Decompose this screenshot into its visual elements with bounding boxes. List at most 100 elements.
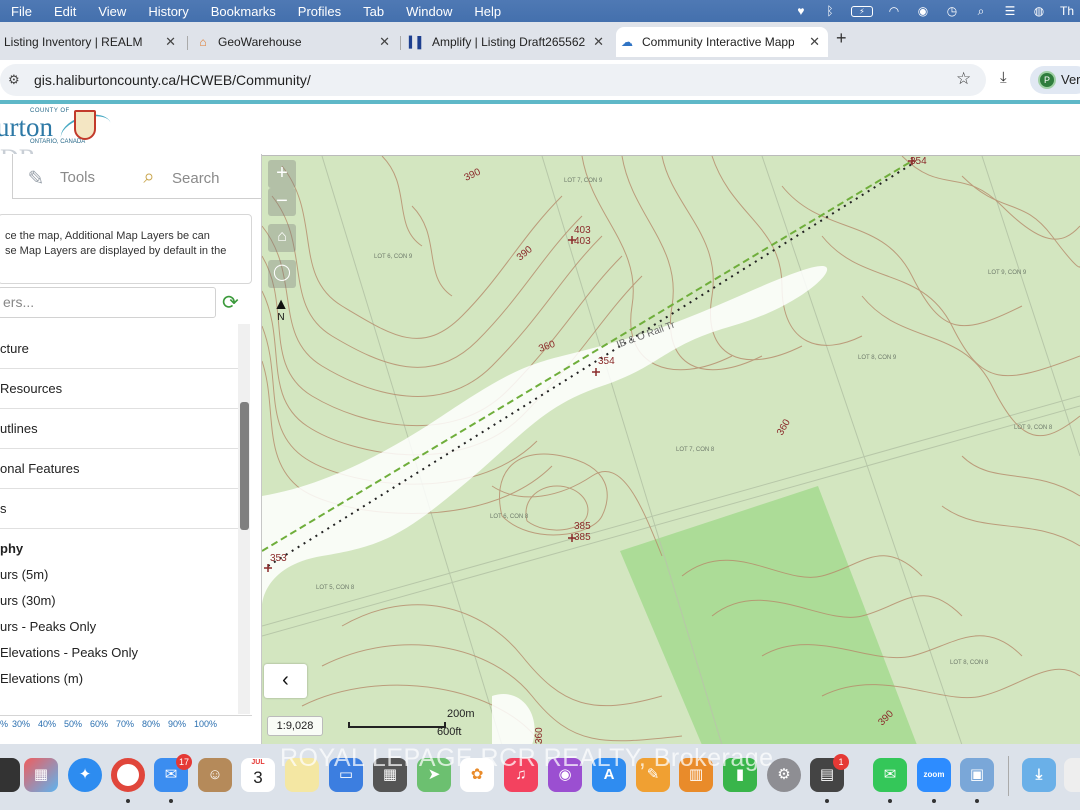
preview-icon[interactable]: ▣ bbox=[960, 758, 994, 792]
calendar-icon[interactable]: JUL 3 bbox=[241, 758, 275, 792]
topographic-map[interactable]: 354 390 403 403 390 360 354 360 385 385 … bbox=[262, 156, 1080, 744]
tab-geowarehouse[interactable]: ⌂ GeoWarehouse ✕ bbox=[192, 27, 398, 57]
amplify-icon: ▍▌ bbox=[408, 36, 426, 49]
tab-bar: Listing Inventory | REALM ✕ ⌂ GeoWarehou… bbox=[0, 22, 1080, 60]
lot-label: LOT 8, CON 8 bbox=[950, 660, 989, 666]
opacity-option[interactable]: 40% bbox=[38, 719, 56, 729]
tab-community-map[interactable]: ☁ Community Interactive Mappi ✕ bbox=[616, 27, 828, 57]
search-tab[interactable]: ⌕ Search bbox=[136, 166, 220, 190]
collapse-panel-button[interactable]: ‹ bbox=[264, 664, 307, 698]
opacity-option[interactable]: % bbox=[0, 719, 8, 729]
menu-profiles[interactable]: Profiles bbox=[287, 4, 352, 19]
bookmark-star-icon[interactable]: ☆ bbox=[956, 69, 971, 89]
refresh-icon[interactable]: ⟳ bbox=[222, 290, 239, 315]
address-bar[interactable]: ⚙ gis.haliburtoncounty.ca/HCWEB/Communit… bbox=[0, 64, 986, 96]
running-indicator bbox=[932, 799, 936, 803]
layer-item[interactable]: s bbox=[0, 489, 238, 529]
spotlight-search-icon[interactable]: ⌕ bbox=[973, 4, 989, 18]
messages-icon[interactable]: ✉ bbox=[873, 758, 907, 792]
zoom-in-button[interactable]: + bbox=[268, 160, 296, 188]
sublayer-item[interactable]: Elevations - Peaks Only bbox=[0, 645, 238, 671]
menu-file[interactable]: File bbox=[0, 4, 43, 19]
opacity-option[interactable]: 60% bbox=[90, 719, 108, 729]
sublayer-item[interactable]: urs (30m) bbox=[0, 593, 238, 619]
siri-icon[interactable]: ◍ bbox=[1031, 4, 1047, 18]
scale-bar bbox=[348, 722, 446, 728]
opacity-option[interactable]: 50% bbox=[64, 719, 82, 729]
menu-help[interactable]: Help bbox=[463, 4, 512, 19]
document-icon[interactable] bbox=[1064, 758, 1080, 792]
menu-window[interactable]: Window bbox=[395, 4, 463, 19]
close-tab-icon[interactable]: ✕ bbox=[165, 34, 176, 50]
search-label: Search bbox=[172, 169, 220, 187]
opacity-option[interactable]: 80% bbox=[142, 719, 160, 729]
menu-tab[interactable]: Tab bbox=[352, 4, 395, 19]
close-tab-icon[interactable]: ✕ bbox=[809, 34, 820, 50]
locate-button[interactable]: ◯ bbox=[268, 260, 296, 288]
creative-cloud-icon[interactable]: ♥ bbox=[793, 4, 809, 18]
new-tab-icon[interactable]: + bbox=[836, 28, 847, 49]
menu-bookmarks[interactable]: Bookmarks bbox=[200, 4, 287, 19]
menu-view[interactable]: View bbox=[87, 4, 137, 19]
layer-item[interactable]: cture bbox=[0, 329, 238, 369]
tab-realm[interactable]: Listing Inventory | REALM ✕ bbox=[0, 27, 184, 57]
lot-label: LOT 5, CON 8 bbox=[316, 585, 355, 591]
layers-description: ce the map, Additional Map Layers be can… bbox=[0, 214, 252, 284]
download-icon[interactable]: ⤓ bbox=[1000, 69, 1007, 86]
description-line: ce the map, Additional Map Layers be can bbox=[5, 230, 210, 242]
tab-separator bbox=[187, 36, 188, 50]
battery-icon[interactable]: ⚡ bbox=[850, 5, 873, 17]
lot-label: LOT 7, CON 9 bbox=[564, 178, 603, 184]
map-view[interactable]: 354 390 403 403 390 360 354 360 385 385 … bbox=[262, 155, 1080, 744]
profile-label: Ver bbox=[1061, 72, 1080, 87]
layer-scrollbar-thumb[interactable] bbox=[240, 402, 249, 530]
avatar: P bbox=[1038, 71, 1056, 89]
zoom-out-button[interactable]: − bbox=[268, 188, 296, 216]
county-logo[interactable]: COUNTY OF urton ONTARIO, CANADA DR bbox=[0, 104, 260, 173]
opacity-option[interactable]: 30% bbox=[12, 719, 30, 729]
layer-item[interactable]: Resources bbox=[0, 369, 238, 409]
tools-tab[interactable]: ✎ Tools bbox=[24, 166, 95, 190]
opacity-option[interactable]: 100% bbox=[194, 719, 217, 729]
sublayer-item[interactable]: urs (5m) bbox=[0, 567, 238, 593]
wrench-icon: ✎ bbox=[27, 168, 45, 190]
time-machine-icon[interactable]: ◷ bbox=[944, 4, 960, 18]
running-indicator bbox=[126, 799, 130, 803]
layer-item[interactable]: utlines bbox=[0, 409, 238, 449]
tab-amplify[interactable]: ▍▌ Amplify | Listing Draft265562 ✕ bbox=[406, 27, 612, 57]
lot-label: LOT 9, CON 8 bbox=[1014, 425, 1053, 431]
control-center-icon[interactable]: ☰ bbox=[1002, 4, 1018, 18]
zoom-app-icon[interactable]: zoom bbox=[917, 758, 951, 792]
elevation-label: 403 bbox=[574, 236, 591, 247]
sublayer-item[interactable]: urs - Peaks Only bbox=[0, 619, 238, 645]
layer-group-heading[interactable]: phy bbox=[0, 541, 23, 556]
downloads-folder-icon[interactable]: ⤓ bbox=[1022, 758, 1056, 792]
elevation-label: 385 bbox=[574, 521, 591, 532]
chrome-icon[interactable] bbox=[111, 758, 145, 792]
close-tab-icon[interactable]: ✕ bbox=[593, 34, 604, 50]
opacity-option[interactable]: 70% bbox=[116, 719, 134, 729]
close-tab-icon[interactable]: ✕ bbox=[379, 34, 390, 50]
menu-edit[interactable]: Edit bbox=[43, 4, 87, 19]
divider bbox=[0, 715, 252, 716]
app-icon[interactable] bbox=[0, 758, 20, 792]
wifi-icon[interactable]: ◠ bbox=[886, 4, 902, 18]
url-text[interactable]: gis.haliburtoncounty.ca/HCWEB/Community/ bbox=[34, 72, 311, 88]
opacity-option[interactable]: 90% bbox=[168, 719, 186, 729]
layer-item[interactable]: onal Features bbox=[0, 449, 238, 489]
launchpad-icon[interactable]: ▦ bbox=[24, 758, 58, 792]
safari-icon[interactable]: ✦ bbox=[68, 758, 102, 792]
layers-panel: ✎ Tools ⌕ Search ce the map, Additional … bbox=[0, 154, 262, 744]
layer-filter-input[interactable]: ers... bbox=[0, 287, 216, 318]
home-extent-button[interactable]: ⌂ bbox=[268, 224, 296, 252]
menubar-user[interactable]: Th bbox=[1060, 4, 1074, 18]
sublayer-item[interactable]: Elevations (m) bbox=[0, 671, 238, 697]
profile-button[interactable]: P Ver bbox=[1030, 66, 1080, 94]
contacts-icon[interactable]: ☺ bbox=[198, 758, 232, 792]
menu-history[interactable]: History bbox=[137, 4, 199, 19]
bluetooth-icon[interactable]: ᛒ bbox=[822, 4, 838, 18]
elevation-label: 403 bbox=[574, 225, 591, 236]
lot-label: LOT 6, CON 8 bbox=[490, 514, 529, 520]
user-icon[interactable]: ◉ bbox=[915, 4, 931, 18]
site-settings-icon[interactable]: ⚙ bbox=[8, 72, 20, 88]
